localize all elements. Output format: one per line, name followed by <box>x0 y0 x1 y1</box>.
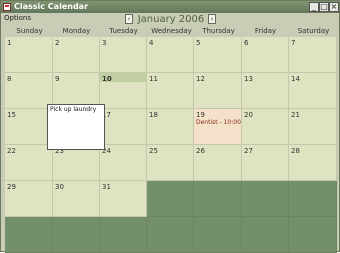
weekday-header: Monday <box>62 27 91 35</box>
day-cell[interactable]: 17 <box>100 109 147 145</box>
day-cell[interactable]: 3 <box>100 37 147 73</box>
weekday-header: Saturday <box>297 27 330 35</box>
day-cell[interactable]: 8 <box>5 73 53 109</box>
empty-day-cell <box>194 217 242 253</box>
day-number: 1 <box>7 39 12 47</box>
day-cell[interactable]: 5 <box>194 37 242 73</box>
day-number: 18 <box>149 111 158 119</box>
day-number: 30 <box>55 183 64 191</box>
day-cell[interactable]: 29 <box>5 181 53 217</box>
day-cell[interactable]: 11 <box>147 73 194 109</box>
day-number: 15 <box>7 111 16 119</box>
day-number: 5 <box>196 39 201 47</box>
window-title: Classic Calendar <box>14 2 89 11</box>
day-cell[interactable]: 26 <box>194 145 242 181</box>
empty-day-cell <box>53 217 100 253</box>
weekday-header: Thursday <box>202 27 235 35</box>
empty-day-cell <box>242 217 289 253</box>
maximize-button[interactable]: □ <box>319 2 329 12</box>
day-number: 10 <box>102 75 112 83</box>
day-number: 9 <box>55 75 60 83</box>
day-cell[interactable]: 6 <box>242 37 289 73</box>
day-cell[interactable]: 10 <box>100 73 147 109</box>
day-cell[interactable]: 2 <box>53 37 100 73</box>
day-number: 8 <box>7 75 12 83</box>
empty-day-cell <box>242 181 289 217</box>
day-number: 28 <box>291 147 300 155</box>
weekday-header: Tuesday <box>109 27 138 35</box>
day-number: 21 <box>291 111 300 119</box>
weekday-header-row: Sunday Monday Tuesday Wednesday Thursday… <box>1 26 339 37</box>
next-month-button[interactable]: › <box>208 14 216 24</box>
day-number: 12 <box>196 75 205 83</box>
day-number: 22 <box>7 147 16 155</box>
day-cell[interactable]: 15 <box>5 109 53 145</box>
day-cell[interactable]: 18 <box>147 109 194 145</box>
minimize-button[interactable]: _ <box>309 2 319 12</box>
day-cell[interactable]: 28 <box>289 145 337 181</box>
day-number: 13 <box>244 75 253 83</box>
day-number: 31 <box>102 183 111 191</box>
weekday-header: Friday <box>254 27 277 35</box>
day-number: 11 <box>149 75 158 83</box>
prev-month-button[interactable]: ‹ <box>125 14 133 24</box>
day-number: 25 <box>149 147 158 155</box>
empty-day-cell <box>289 217 337 253</box>
month-header: ‹ January 2006 › <box>1 13 339 26</box>
day-cell[interactable]: 21 <box>289 109 337 145</box>
day-cell[interactable]: 13 <box>242 73 289 109</box>
day-cell[interactable]: 25 <box>147 145 194 181</box>
day-number: 4 <box>149 39 154 47</box>
day-number: 3 <box>102 39 107 47</box>
empty-day-cell <box>289 181 337 217</box>
day-number: 29 <box>7 183 16 191</box>
day-number: 14 <box>291 75 300 83</box>
appointment-entry[interactable]: Dentist - 10:00 <box>196 119 241 126</box>
empty-day-cell <box>194 181 242 217</box>
day-cell[interactable]: 27 <box>242 145 289 181</box>
day-cell[interactable]: 20 <box>242 109 289 145</box>
title-bar[interactable]: Classic Calendar _ □ × <box>1 1 339 13</box>
day-cell[interactable]: 4 <box>147 37 194 73</box>
day-number: 7 <box>291 39 296 47</box>
day-cell[interactable]: 14 <box>289 73 337 109</box>
day-cell[interactable]: 19 Dentist - 10:00 <box>194 109 242 145</box>
day-number: 20 <box>244 111 253 119</box>
day-cell[interactable]: 7 <box>289 37 337 73</box>
empty-day-cell <box>100 217 147 253</box>
day-cell[interactable]: 23 <box>53 145 100 181</box>
calendar-app-icon <box>3 3 11 11</box>
day-cell[interactable]: 12 <box>194 73 242 109</box>
weekday-header: Sunday <box>16 27 43 35</box>
empty-day-cell <box>147 181 194 217</box>
empty-day-cell <box>147 217 194 253</box>
day-cell[interactable]: 30 <box>53 181 100 217</box>
day-cell[interactable]: 22 <box>5 145 53 181</box>
day-cell[interactable]: 1 <box>5 37 53 73</box>
empty-day-cell <box>5 217 53 253</box>
calendar-window: Classic Calendar _ □ × Options ‹ January… <box>0 0 340 253</box>
day-cell[interactable]: 31 <box>100 181 147 217</box>
note-text: Pick up laundry <box>50 106 97 113</box>
day-cell[interactable]: 24 <box>100 145 147 181</box>
month-title: January 2006 <box>137 14 205 25</box>
close-button[interactable]: × <box>329 2 339 12</box>
day-number: 27 <box>244 147 253 155</box>
sticky-note[interactable]: Pick up laundry <box>47 104 105 150</box>
day-number: 2 <box>55 39 60 47</box>
day-number: 26 <box>196 147 205 155</box>
day-number: 6 <box>244 39 249 47</box>
weekday-header: Wednesday <box>151 27 192 35</box>
